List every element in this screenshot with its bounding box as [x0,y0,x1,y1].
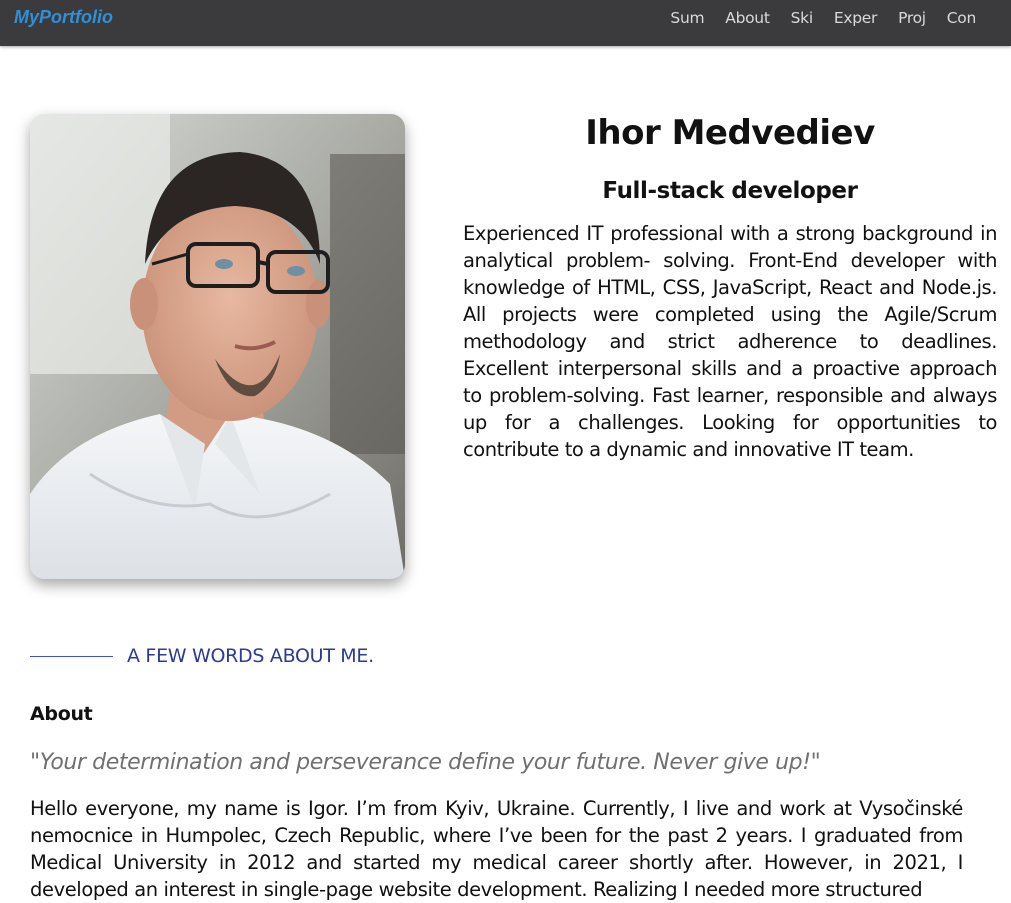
about-title: About [30,703,93,725]
top-navbar: MyPortfolio Sum About Ski Exper Proj Con [0,0,1011,46]
nav-links: Sum About Ski Exper Proj Con [649,9,976,27]
section-divider [30,655,113,657]
nav-link-about[interactable]: About [725,9,770,27]
about-text: Hello everyone, my name is Igor. I’m fro… [30,797,963,901]
brand-logo-link[interactable]: MyPortfolio [14,7,113,28]
profile-name: Ihor Medvediev [585,113,875,153]
section-heading-text: A FEW WORDS ABOUT ME. [127,645,374,667]
nav-link-projects[interactable]: Proj [898,9,926,27]
about-quote: "Your determination and perseverance def… [30,750,821,775]
nav-link-contact[interactable]: Con [947,9,977,27]
profile-role: Full-stack developer [602,178,858,204]
nav-link-skills[interactable]: Ski [791,9,814,27]
profile-summary: Experienced IT professional with a stron… [463,222,997,461]
nav-link-summary[interactable]: Sum [670,9,704,27]
profile-photo [30,114,405,579]
nav-link-experience[interactable]: Exper [834,9,878,27]
about-section-heading: A FEW WORDS ABOUT ME. [30,645,374,667]
